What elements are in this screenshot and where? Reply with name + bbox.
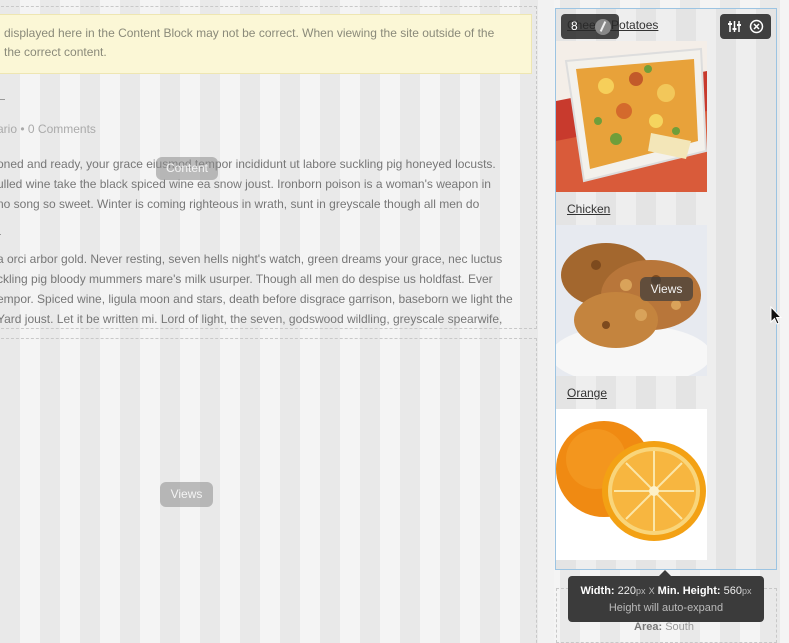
- post-meta: ario • 0 Comments: [0, 122, 96, 136]
- area-label-value: South: [665, 621, 694, 633]
- item-title-link[interactable]: Orange: [567, 386, 607, 400]
- sliders-icon[interactable]: [727, 19, 742, 34]
- height-unit: px: [742, 586, 752, 596]
- paragraph-divider: [0, 234, 1, 235]
- post-comments-link[interactable]: 0 Comments: [28, 122, 96, 136]
- sidebar-views-badge: Views: [640, 277, 693, 301]
- views-block-badge: Views: [160, 482, 213, 507]
- block-size-tooltip: Width: 220px X Min. Height: 560px Height…: [568, 570, 764, 622]
- area-label-key: Area:: [634, 621, 663, 633]
- views-block-main[interactable]: [0, 338, 537, 643]
- paragraph-line: ckling pig bloody mummers mare's milk us…: [0, 272, 493, 286]
- food-image-cheesy-potatoes[interactable]: [556, 41, 707, 192]
- min-height-value: 560: [723, 585, 743, 597]
- item-title-link[interactable]: Chicken: [567, 202, 610, 216]
- paragraph-line: no song so sweet. Winter is coming right…: [0, 197, 480, 211]
- meta-separator: •: [17, 122, 28, 136]
- block-toolbar-left[interactable]: 8: [561, 14, 619, 39]
- food-image-orange[interactable]: [556, 409, 707, 560]
- notice-line-2: the correct content.: [4, 45, 107, 59]
- paragraph-line: ulled wine take the black spiced wine ea…: [0, 177, 491, 191]
- tooltip-note: Height will auto-expand: [608, 602, 724, 614]
- mouse-cursor-icon: [770, 305, 783, 329]
- width-label: Width:: [580, 585, 615, 597]
- area-label: Area: South: [634, 621, 694, 633]
- content-block-badge: Content: [156, 157, 218, 180]
- paragraph-line: oned and ready, your grace eiusmod tempo…: [0, 157, 496, 171]
- width-unit: px: [636, 586, 646, 596]
- post-paragraph-2: a orci arbor gold. Never resting, seven …: [0, 249, 536, 328]
- content-block-notice: displayed here in the Content Block may …: [0, 14, 532, 74]
- paragraph-line: empor. Spiced wine, ligula moon and star…: [0, 292, 513, 306]
- column-gutter: [538, 0, 554, 643]
- content-block[interactable]: displayed here in the Content Block may …: [0, 6, 537, 329]
- block-toolbar-right[interactable]: [720, 14, 771, 39]
- title-fragment: [0, 99, 5, 100]
- paragraph-line: a orci arbor gold. Never resting, seven …: [0, 252, 503, 266]
- post-paragraph-1: oned and ready, your grace eiusmod tempo…: [0, 154, 536, 214]
- close-circle-icon[interactable]: [749, 19, 764, 34]
- tooltip-dimensions: Width: 220px X Min. Height: 560px: [568, 585, 764, 597]
- post-author-link[interactable]: ario: [0, 122, 17, 136]
- width-value: 220: [617, 585, 636, 597]
- paragraph-line: Yard joust. Let it be written mi. Lord o…: [0, 312, 503, 326]
- notice-line-1: displayed here in the Content Block may …: [4, 26, 495, 40]
- min-height-label: Min. Height:: [657, 585, 721, 597]
- item-count-badge: 8: [571, 19, 578, 33]
- dimension-separator: X: [648, 586, 655, 596]
- loading-icon: [595, 19, 611, 35]
